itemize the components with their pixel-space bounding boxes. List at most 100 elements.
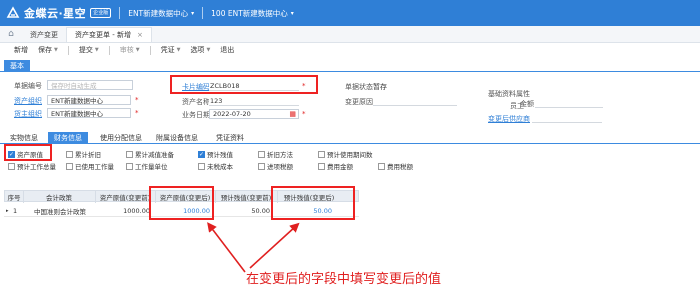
asset-org-label[interactable]: 资产组织 xyxy=(14,96,42,106)
column-header-orig-before[interactable]: 资产原值(变更前) xyxy=(95,191,155,203)
asset-org-input[interactable]: ENT新建数据中心 xyxy=(47,95,131,105)
biz-date-input[interactable]: 2022-07-20 ▦ xyxy=(209,109,299,119)
checkbox-checked-icon: ✓ xyxy=(198,150,205,158)
checkbox-unchecked-icon xyxy=(8,162,15,170)
top-bar: 金蝶云·星空 企业版 ENT新建数据中心 ▾ 100 ENT新建数据中心 ▾ xyxy=(0,0,700,26)
base-attr-label: 基础资料属性 xyxy=(488,90,530,98)
chevron-down-icon: ▼ xyxy=(135,47,140,53)
checkbox-expected-workload[interactable]: 预计工作总量 xyxy=(8,161,56,171)
options-button[interactable]: 选项 ▼ xyxy=(190,45,210,55)
amount-input[interactable] xyxy=(535,98,603,108)
app-logo-text: 金蝶云·星空 xyxy=(24,7,87,20)
calendar-icon[interactable]: ▦ xyxy=(289,110,296,118)
tab-physical-info[interactable]: 实物信息 xyxy=(4,132,44,144)
detail-tabs: 实物信息 财务信息 使用分配信息 附属设备信息 凭证资料 xyxy=(0,132,700,144)
checkbox-label: 折旧方法 xyxy=(267,151,293,159)
change-reason-label: 变更原因 xyxy=(345,98,373,106)
tab-attached-equipment[interactable]: 附属设备信息 xyxy=(150,132,204,144)
tab-voucher-info[interactable]: 凭证资料 xyxy=(210,132,250,144)
checkbox-unchecked-icon xyxy=(66,162,73,170)
tab-asset-change[interactable]: 资产变更 xyxy=(22,27,66,42)
checkbox-untaxed-cost[interactable]: 未税成本 xyxy=(198,161,233,171)
toolbar-divider xyxy=(67,45,69,55)
chevron-down-icon: ▼ xyxy=(94,47,99,53)
change-after-supplier-input[interactable] xyxy=(532,113,602,123)
submit-button[interactable]: 提交 ▼ xyxy=(79,45,99,55)
column-header-seq[interactable]: 序号 xyxy=(5,191,23,203)
org-switcher[interactable]: ENT新建数据中心 ▾ xyxy=(128,8,194,19)
toolbar: 新增 保存 ▼ 提交 ▼ 审核 ▼ 凭证 ▼ 选项 ▼ 退出 xyxy=(0,43,700,57)
toolbar-divider xyxy=(149,45,151,55)
column-header-residual-before[interactable]: 预计残值(变更前) xyxy=(215,191,277,203)
required-mark: * xyxy=(302,110,306,118)
checkbox-expense-amount[interactable]: 费用金额 xyxy=(318,161,353,171)
new-button[interactable]: 新增 xyxy=(14,45,28,55)
checkbox-unchecked-icon xyxy=(258,162,265,170)
orig-after-highlight xyxy=(149,186,214,220)
checkbox-accum-impairment[interactable]: 累计减值准备 xyxy=(126,149,174,159)
original-value-highlight xyxy=(4,144,52,161)
residual-after-highlight xyxy=(271,186,355,220)
chevron-down-icon: ▾ xyxy=(191,9,195,17)
basic-section-header: 基本 xyxy=(0,60,700,72)
arrow-to-orig-after xyxy=(207,222,246,273)
tab-basic[interactable]: 基本 xyxy=(4,60,30,72)
bill-no-input[interactable]: 保存时自动生成 xyxy=(47,80,133,90)
change-reason-input[interactable] xyxy=(373,96,457,106)
audit-button[interactable]: 审核 ▼ xyxy=(120,45,140,55)
cargo-org-label[interactable]: 货主组织 xyxy=(14,109,42,119)
row-policy[interactable]: 中国准则会计政策 xyxy=(34,205,94,217)
row-residual-before: 50.00 xyxy=(251,207,270,215)
checkbox-unchecked-icon xyxy=(66,150,73,158)
arrow-to-residual-after xyxy=(249,222,300,269)
checkbox-expected-periods[interactable]: 预计使用期间数 xyxy=(318,149,373,159)
row-seq: 1 xyxy=(13,207,18,215)
tab-asset-change-new[interactable]: 资产变更单 - 新增 × xyxy=(66,27,152,42)
topbar-divider xyxy=(202,7,204,19)
checkbox-accum-depreciation[interactable]: 累计折旧 xyxy=(66,149,101,159)
checkbox-workload-unit[interactable]: 工作量单位 xyxy=(126,161,168,171)
tab-label: 资产变更单 - 新增 xyxy=(75,31,131,39)
required-mark: * xyxy=(135,96,139,104)
datacenter-switcher[interactable]: 100 ENT新建数据中心 ▾ xyxy=(211,8,294,19)
checkbox-expense-tax[interactable]: 费用税额 xyxy=(378,161,413,171)
voucher-button-label: 凭证 xyxy=(160,46,175,54)
checkbox-used-workload[interactable]: 已使用工作量 xyxy=(66,161,114,171)
checkbox-unchecked-icon xyxy=(126,162,133,170)
amount-label: 金额 xyxy=(520,100,534,108)
required-mark: * xyxy=(135,109,139,117)
checkbox-label: 预计工作总量 xyxy=(17,163,56,171)
checkbox-label: 费用税额 xyxy=(387,163,413,171)
column-header-policy[interactable]: 会计政策 xyxy=(23,191,95,203)
asset-name-input[interactable]: 123 xyxy=(209,96,299,106)
close-icon[interactable]: × xyxy=(137,31,143,39)
row-orig-before: 1000.00 xyxy=(123,207,150,215)
card-code-highlight xyxy=(170,75,318,94)
tab-financial-info[interactable]: 财务信息 xyxy=(48,132,88,144)
checkbox-depreciation-method[interactable]: 折旧方法 xyxy=(258,149,293,159)
chevron-down-icon: ▼ xyxy=(54,47,58,53)
checkbox-unchecked-icon xyxy=(318,150,325,158)
voucher-button[interactable]: 凭证 ▼ xyxy=(161,45,181,55)
tab-label: 资产变更 xyxy=(30,30,58,39)
checkbox-label: 累计减值准备 xyxy=(135,151,174,159)
exit-button[interactable]: 退出 xyxy=(220,45,234,55)
kingdee-logo-icon xyxy=(6,6,20,18)
change-after-supplier-label[interactable]: 变更后供应商 xyxy=(488,114,530,124)
cargo-org-input[interactable]: ENT新建数据中心 xyxy=(47,108,131,118)
status-label: 单据状态 xyxy=(345,83,373,91)
checkbox-residual-value[interactable]: ✓ 预计残值 xyxy=(198,149,233,159)
save-button[interactable]: 保存 ▼ xyxy=(38,45,58,55)
exit-button-label: 退出 xyxy=(220,46,235,54)
annotation-text: 在变更后的字段中填写变更后的值 xyxy=(246,272,442,287)
checkbox-label: 工作量单位 xyxy=(135,163,168,171)
checkbox-label: 已使用工作量 xyxy=(75,163,114,171)
asset-name-label: 资产名称 xyxy=(182,98,210,106)
options-button-label: 选项 xyxy=(190,46,205,54)
checkbox-input-tax[interactable]: 进项税额 xyxy=(258,161,293,171)
home-icon[interactable]: ⌂ xyxy=(0,25,22,42)
topbar-divider xyxy=(119,7,121,19)
app-logo[interactable]: 金蝶云·星空 企业版 xyxy=(0,0,112,26)
tab-usage-allocation[interactable]: 使用分配信息 xyxy=(94,132,148,144)
bill-no-label: 单据编号 xyxy=(14,82,42,90)
